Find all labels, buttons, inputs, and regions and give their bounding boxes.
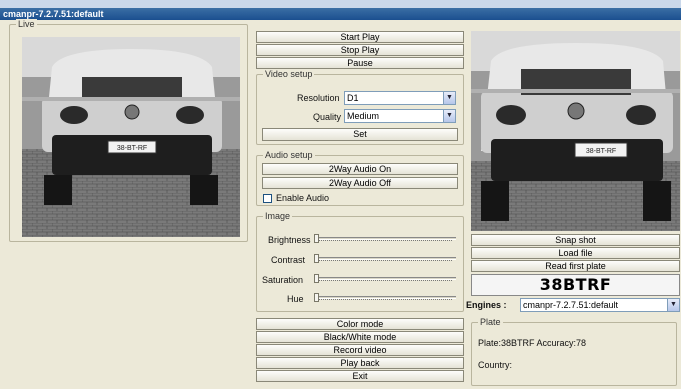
plate-accuracy-text: Plate:38BTRF Accuracy:78 (478, 338, 587, 348)
engines-label: Engines : (466, 300, 507, 310)
color-mode-button[interactable]: Color mode (256, 318, 464, 330)
live-car-image: 38-BT-RF (22, 37, 240, 237)
enable-audio-checkbox[interactable] (263, 194, 272, 203)
live-legend: Live (16, 19, 37, 29)
window-title-bar: cmanpr-7.2.7.51:default (0, 8, 681, 20)
engine-value: cmanpr-7.2.7.51:default (523, 300, 619, 310)
bw-mode-button[interactable]: Black/White mode (256, 331, 464, 343)
record-video-button[interactable]: Record video (256, 344, 464, 356)
read-first-plate-button[interactable]: Read first plate (471, 260, 680, 272)
audio-off-button[interactable]: 2Way Audio Off (262, 177, 458, 189)
plate-group: Plate (471, 317, 677, 386)
pause-button[interactable]: Pause (256, 57, 464, 69)
snapshot-car-image: 38-BT-RF (471, 31, 680, 231)
audio-on-button[interactable]: 2Way Audio On (262, 163, 458, 175)
resolution-label: Resolution (297, 93, 340, 103)
quality-select[interactable]: Medium ▼ (344, 109, 456, 123)
hue-slider-thumb[interactable] (314, 293, 319, 302)
play-back-button[interactable]: Play back (256, 357, 464, 369)
snapshot-image: 38-BT-RF (471, 31, 680, 231)
saturation-slider-thumb[interactable] (314, 274, 319, 283)
resolution-value: D1 (347, 93, 359, 103)
desktop-strip (0, 0, 681, 8)
plate-result-display: 38BTRF (471, 274, 680, 296)
brightness-slider[interactable] (314, 234, 456, 244)
hue-slider[interactable] (314, 293, 456, 303)
window-title: cmanpr-7.2.7.51:default (3, 9, 104, 19)
engines-select[interactable]: cmanpr-7.2.7.51:default ▼ (520, 298, 680, 312)
resolution-select[interactable]: D1 ▼ (344, 91, 456, 105)
saturation-label: Saturation (262, 275, 304, 285)
video-setup-legend: Video setup (263, 69, 315, 79)
load-file-button[interactable]: Load file (471, 247, 680, 259)
live-video-feed: 38-BT-RF (22, 37, 240, 237)
brightness-label: Brightness (268, 235, 311, 245)
app-client-area: Live 38-BT-RF Start Play Stop Play Pause… (0, 19, 681, 389)
saturation-slider[interactable] (314, 274, 456, 284)
plate-on-car-text: 38-BT-RF (117, 145, 147, 152)
exit-button[interactable]: Exit (256, 370, 464, 382)
snap-shot-button[interactable]: Snap shot (471, 234, 680, 246)
enable-audio-label: Enable Audio (276, 193, 330, 203)
stop-play-button[interactable]: Stop Play (256, 44, 464, 56)
chevron-down-icon[interactable]: ▼ (443, 110, 455, 122)
chevron-down-icon[interactable]: ▼ (667, 299, 679, 311)
audio-setup-legend: Audio setup (263, 150, 315, 160)
image-legend: Image (263, 211, 293, 221)
contrast-slider-thumb[interactable] (314, 254, 319, 263)
contrast-label: Contrast (271, 255, 306, 265)
hue-label: Hue (287, 294, 304, 304)
start-play-button[interactable]: Start Play (256, 31, 464, 43)
quality-label: Quality (313, 112, 342, 122)
country-label: Country: (478, 360, 513, 370)
snapshot-plate-text: 38-BT-RF (586, 148, 616, 155)
brightness-slider-thumb[interactable] (314, 234, 319, 243)
set-button[interactable]: Set (262, 128, 458, 141)
plate-legend: Plate (478, 317, 503, 327)
quality-value: Medium (347, 111, 380, 121)
contrast-slider[interactable] (314, 254, 456, 264)
chevron-down-icon[interactable]: ▼ (443, 92, 455, 104)
